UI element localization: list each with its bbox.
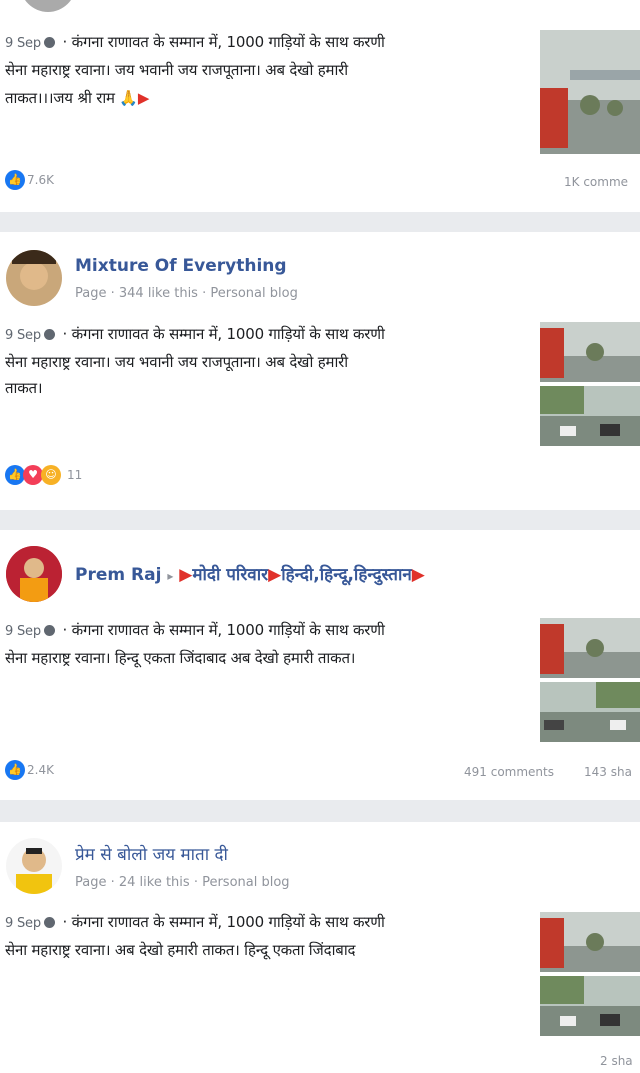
author-name[interactable]: Mixture Of Everything — [75, 256, 287, 276]
post-1: 9 Sep · कंगना राणावत के सम्मान में, 1000… — [0, 0, 640, 212]
globe-icon — [43, 37, 55, 48]
convoy-photo-2 — [540, 386, 640, 446]
post-images[interactable] — [540, 912, 640, 1038]
like-icon: 👍 — [5, 465, 25, 485]
post-text: कंगना राणावत के सम्मान में, 1000 गाड़ियो… — [71, 325, 385, 343]
post-text-line-1: 9 Sep · कंगना राणावत के सम्मान में, 1000… — [5, 913, 385, 931]
group-link-1[interactable]: मोदी परिवार — [192, 565, 268, 585]
avatar[interactable] — [20, 0, 76, 12]
globe-icon — [43, 917, 55, 928]
post-images[interactable] — [540, 322, 640, 448]
reaction-bar[interactable]: 👍 7.6K — [5, 170, 54, 190]
post-3: Prem Raj ▸ ▶मोदी परिवार▶हिन्दी,हिन्दू,हि… — [0, 530, 640, 800]
convoy-photo-2 — [540, 682, 640, 742]
post-images[interactable] — [540, 30, 640, 154]
like-icon: 👍 — [5, 170, 25, 190]
post-text-line-2: सेना महाराष्ट्र रवाना। जय भवानी जय राजपू… — [5, 61, 348, 79]
author-meta: Page · 344 like this · Personal blog — [75, 286, 298, 301]
post-text: कंगना राणावत के सम्मान में, 1000 गाड़ियो… — [71, 621, 385, 639]
reaction-count: 2.4K — [27, 763, 54, 777]
post-text: कंगना राणावत के सम्मान में, 1000 गाड़ियो… — [71, 33, 385, 51]
author-name[interactable]: प्रेम से बोलो जय माता दी — [75, 842, 228, 865]
share-count[interactable]: 2 sha — [600, 1054, 633, 1068]
post-date[interactable]: 9 Sep — [5, 624, 41, 639]
flag-icon: ▶ — [179, 565, 193, 585]
post-text-line-1: 9 Sep · कंगना राणावत के सम्मान में, 1000… — [5, 33, 385, 51]
comment-count[interactable]: 491 comments — [464, 765, 554, 779]
reaction-bar[interactable]: 👍 ♥ ☺ 11 — [5, 465, 82, 485]
post-text-line-2: सेना महाराष्ट्र रवाना। जय भवानी जय राजपू… — [5, 353, 348, 371]
globe-icon — [43, 625, 55, 636]
avatar[interactable] — [6, 546, 62, 602]
convoy-photo — [540, 30, 640, 154]
share-count[interactable]: 143 sha — [584, 765, 632, 779]
arrow-icon: ▸ — [167, 569, 174, 583]
post-text-line-3: ताकत। — [5, 379, 43, 397]
love-icon: ♥ — [23, 465, 43, 485]
author-link[interactable]: Prem Raj — [75, 565, 161, 585]
post-text-line-2: सेना महाराष्ट्र रवाना। हिन्दू एकता जिंदा… — [5, 649, 356, 667]
author-name: Prem Raj ▸ ▶मोदी परिवार▶हिन्दी,हिन्दू,हि… — [75, 562, 425, 585]
author-meta: Page · 24 like this · Personal blog — [75, 875, 290, 890]
like-icon: 👍 — [5, 760, 25, 780]
convoy-photo-2 — [540, 976, 640, 1036]
post-text: कंगना राणावत के सम्मान में, 1000 गाड़ियो… — [71, 913, 385, 931]
reaction-count: 7.6K — [27, 173, 54, 187]
post-date[interactable]: 9 Sep — [5, 328, 41, 343]
post-text-line-3: ताकत।।।जय श्री राम 🙏▶ — [5, 89, 150, 107]
post-text-line-2: सेना महाराष्ट्र रवाना। अब देखो हमारी ताक… — [5, 941, 356, 959]
flag-icon: ▶ — [268, 565, 282, 585]
post-text-line-1: 9 Sep · कंगना राणावत के सम्मान में, 1000… — [5, 621, 385, 639]
post-date[interactable]: 9 Sep — [5, 916, 41, 931]
avatar[interactable] — [6, 250, 62, 306]
flag-icon: ▶ — [137, 89, 150, 107]
haha-icon: ☺ — [41, 465, 61, 485]
reaction-bar[interactable]: 👍 2.4K — [5, 760, 54, 780]
convoy-photo-1 — [540, 322, 640, 382]
post-text-line-1: 9 Sep · कंगना राणावत के सम्मान में, 1000… — [5, 325, 385, 343]
post-date[interactable]: 9 Sep — [5, 36, 41, 51]
flag-icon: ▶ — [411, 565, 425, 585]
convoy-photo-1 — [540, 618, 640, 678]
comment-count[interactable]: 1K comme — [564, 175, 628, 189]
reaction-count: 11 — [67, 468, 83, 482]
post-images[interactable] — [540, 618, 640, 744]
globe-icon — [43, 329, 55, 340]
post-2: Mixture Of Everything Page · 344 like th… — [0, 232, 640, 510]
convoy-photo-1 — [540, 912, 640, 972]
avatar[interactable] — [6, 838, 62, 894]
group-link-2[interactable]: हिन्दी,हिन्दू,हिन्दुस्तान — [281, 565, 412, 585]
post-4: प्रेम से बोलो जय माता दी Page · 24 like … — [0, 822, 640, 1073]
